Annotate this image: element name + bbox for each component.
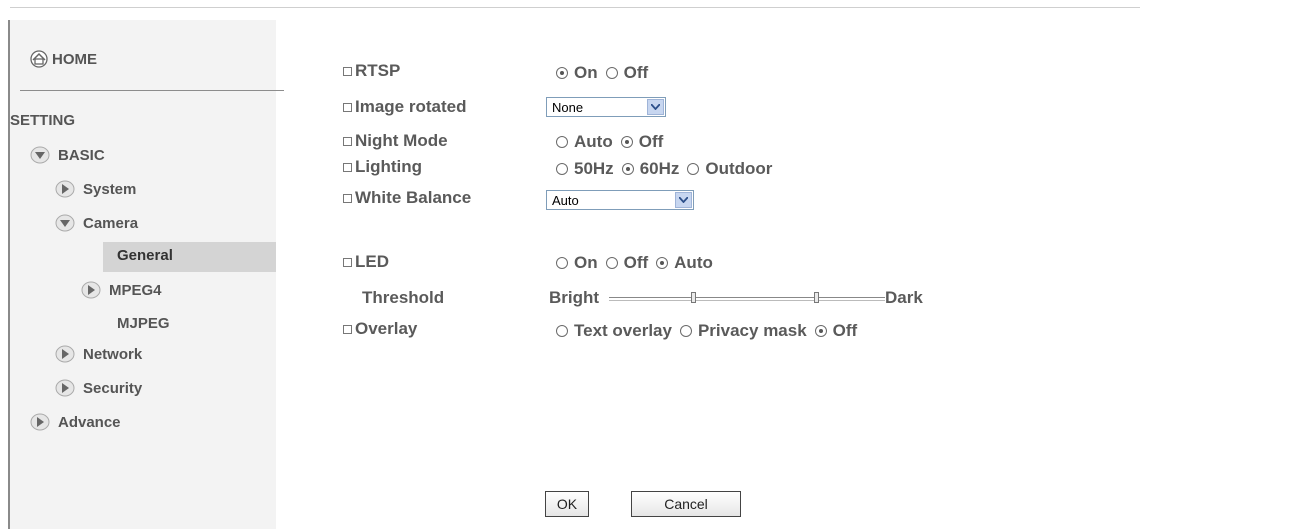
cancel-button[interactable]: Cancel xyxy=(631,491,741,517)
mpeg4-label: MPEG4 xyxy=(109,281,162,299)
image-rotated-label: Image rotated xyxy=(343,97,466,117)
white-balance-select[interactable]: Auto xyxy=(546,190,694,210)
radio-selected-icon[interactable] xyxy=(656,257,669,269)
general-label: General xyxy=(117,247,173,264)
overlay-privacy-mask-option[interactable]: Privacy mask xyxy=(679,321,807,341)
overlay-radio-group: Text overlay Privacy mask Off xyxy=(556,321,865,341)
threshold-dark-label: Dark xyxy=(885,288,923,307)
threshold-label: Threshold xyxy=(362,288,445,307)
chevron-down-icon xyxy=(30,146,50,164)
sidebar-item-camera[interactable]: Camera xyxy=(55,214,138,232)
sidebar-item-home[interactable]: HOME xyxy=(29,49,97,69)
bullet-square-icon xyxy=(343,324,352,334)
chevron-right-icon xyxy=(30,413,50,431)
bullet-square-icon xyxy=(343,66,352,76)
chevron-right-icon xyxy=(55,345,75,363)
chevron-down-icon xyxy=(55,214,75,232)
radio-icon[interactable] xyxy=(605,257,618,269)
lighting-label: Lighting xyxy=(343,157,422,177)
overlay-off-option[interactable]: Off xyxy=(814,321,857,341)
rtsp-radio-group: On Off xyxy=(556,63,656,83)
system-label: System xyxy=(83,180,137,198)
radio-selected-icon[interactable] xyxy=(814,325,827,337)
security-label: Security xyxy=(83,379,143,397)
bullet-square-icon xyxy=(343,162,352,172)
dropdown-arrow-icon[interactable] xyxy=(647,99,664,115)
bullet-square-icon xyxy=(343,136,352,146)
sidebar-heading-setting: SETTING xyxy=(10,112,75,129)
ok-button[interactable]: OK xyxy=(545,491,589,517)
threshold-bright-label: Bright xyxy=(549,288,600,307)
chevron-right-icon xyxy=(55,379,75,397)
bullet-square-icon xyxy=(343,102,352,112)
radio-icon[interactable] xyxy=(679,325,692,337)
basic-label: BASIC xyxy=(58,146,105,164)
radio-icon[interactable] xyxy=(687,163,700,175)
top-divider xyxy=(10,7,1140,8)
lighting-50hz-option[interactable]: 50Hz xyxy=(556,159,614,179)
night-mode-radio-group: Auto Off xyxy=(556,132,671,152)
radio-selected-icon[interactable] xyxy=(556,67,568,79)
rtsp-label: RTSP xyxy=(343,61,400,81)
sidebar-item-advance[interactable]: Advance xyxy=(30,413,121,431)
night-mode-label: Night Mode xyxy=(343,131,448,151)
radio-icon[interactable] xyxy=(556,163,568,175)
radio-icon[interactable] xyxy=(605,67,618,79)
bullet-square-icon xyxy=(343,193,352,203)
sidebar-item-security[interactable]: Security xyxy=(55,379,142,397)
sidebar-item-basic[interactable]: BASIC xyxy=(30,146,105,164)
led-off-option[interactable]: Off xyxy=(605,253,648,273)
led-radio-group: On Off Auto xyxy=(556,253,721,273)
led-auto-option[interactable]: Auto xyxy=(656,253,713,273)
camera-label: Camera xyxy=(83,214,139,232)
radio-selected-icon[interactable] xyxy=(621,163,634,175)
sidebar-item-mjpeg[interactable]: MJPEG xyxy=(117,315,170,332)
radio-selected-icon[interactable] xyxy=(620,136,633,148)
advance-label: Advance xyxy=(58,413,121,431)
home-label: HOME xyxy=(52,50,97,68)
white-balance-label: White Balance xyxy=(343,188,471,208)
rtsp-on-option[interactable]: On xyxy=(556,63,598,83)
lighting-radio-group: 50Hz 60Hz Outdoor xyxy=(556,159,780,179)
threshold-slider-handle-low[interactable] xyxy=(691,292,696,303)
radio-icon[interactable] xyxy=(556,325,568,337)
chevron-right-icon xyxy=(55,180,75,198)
sidebar-item-network[interactable]: Network xyxy=(55,345,142,363)
network-label: Network xyxy=(83,345,143,363)
sidebar: HOME SETTING BASIC System Camera General xyxy=(10,20,284,529)
lighting-outdoor-option[interactable]: Outdoor xyxy=(687,159,772,179)
sidebar-item-mpeg4[interactable]: MPEG4 xyxy=(81,281,162,299)
night-mode-off-option[interactable]: Off xyxy=(620,132,663,152)
image-rotated-select[interactable]: None xyxy=(546,97,666,117)
bullet-square-icon xyxy=(343,257,352,267)
threshold-slider-handle-high[interactable] xyxy=(814,292,819,303)
setting-label: SETTING xyxy=(10,112,76,129)
home-icon xyxy=(30,50,48,68)
chevron-right-icon xyxy=(81,281,101,299)
night-mode-auto-option[interactable]: Auto xyxy=(556,132,613,152)
dropdown-arrow-icon[interactable] xyxy=(675,192,692,208)
sidebar-item-general[interactable]: General xyxy=(117,247,173,264)
radio-icon[interactable] xyxy=(556,136,568,148)
overlay-label: Overlay xyxy=(343,319,417,339)
led-on-option[interactable]: On xyxy=(556,253,598,273)
sidebar-item-system[interactable]: System xyxy=(55,180,136,198)
lighting-60hz-option[interactable]: 60Hz xyxy=(621,159,679,179)
led-label: LED xyxy=(343,252,389,272)
radio-icon[interactable] xyxy=(556,257,568,269)
overlay-text-option[interactable]: Text overlay xyxy=(556,321,672,341)
sidebar-divider xyxy=(20,90,284,91)
threshold-slider-track[interactable] xyxy=(609,297,885,301)
rtsp-off-option[interactable]: Off xyxy=(605,63,648,83)
mjpeg-label: MJPEG xyxy=(117,315,170,332)
